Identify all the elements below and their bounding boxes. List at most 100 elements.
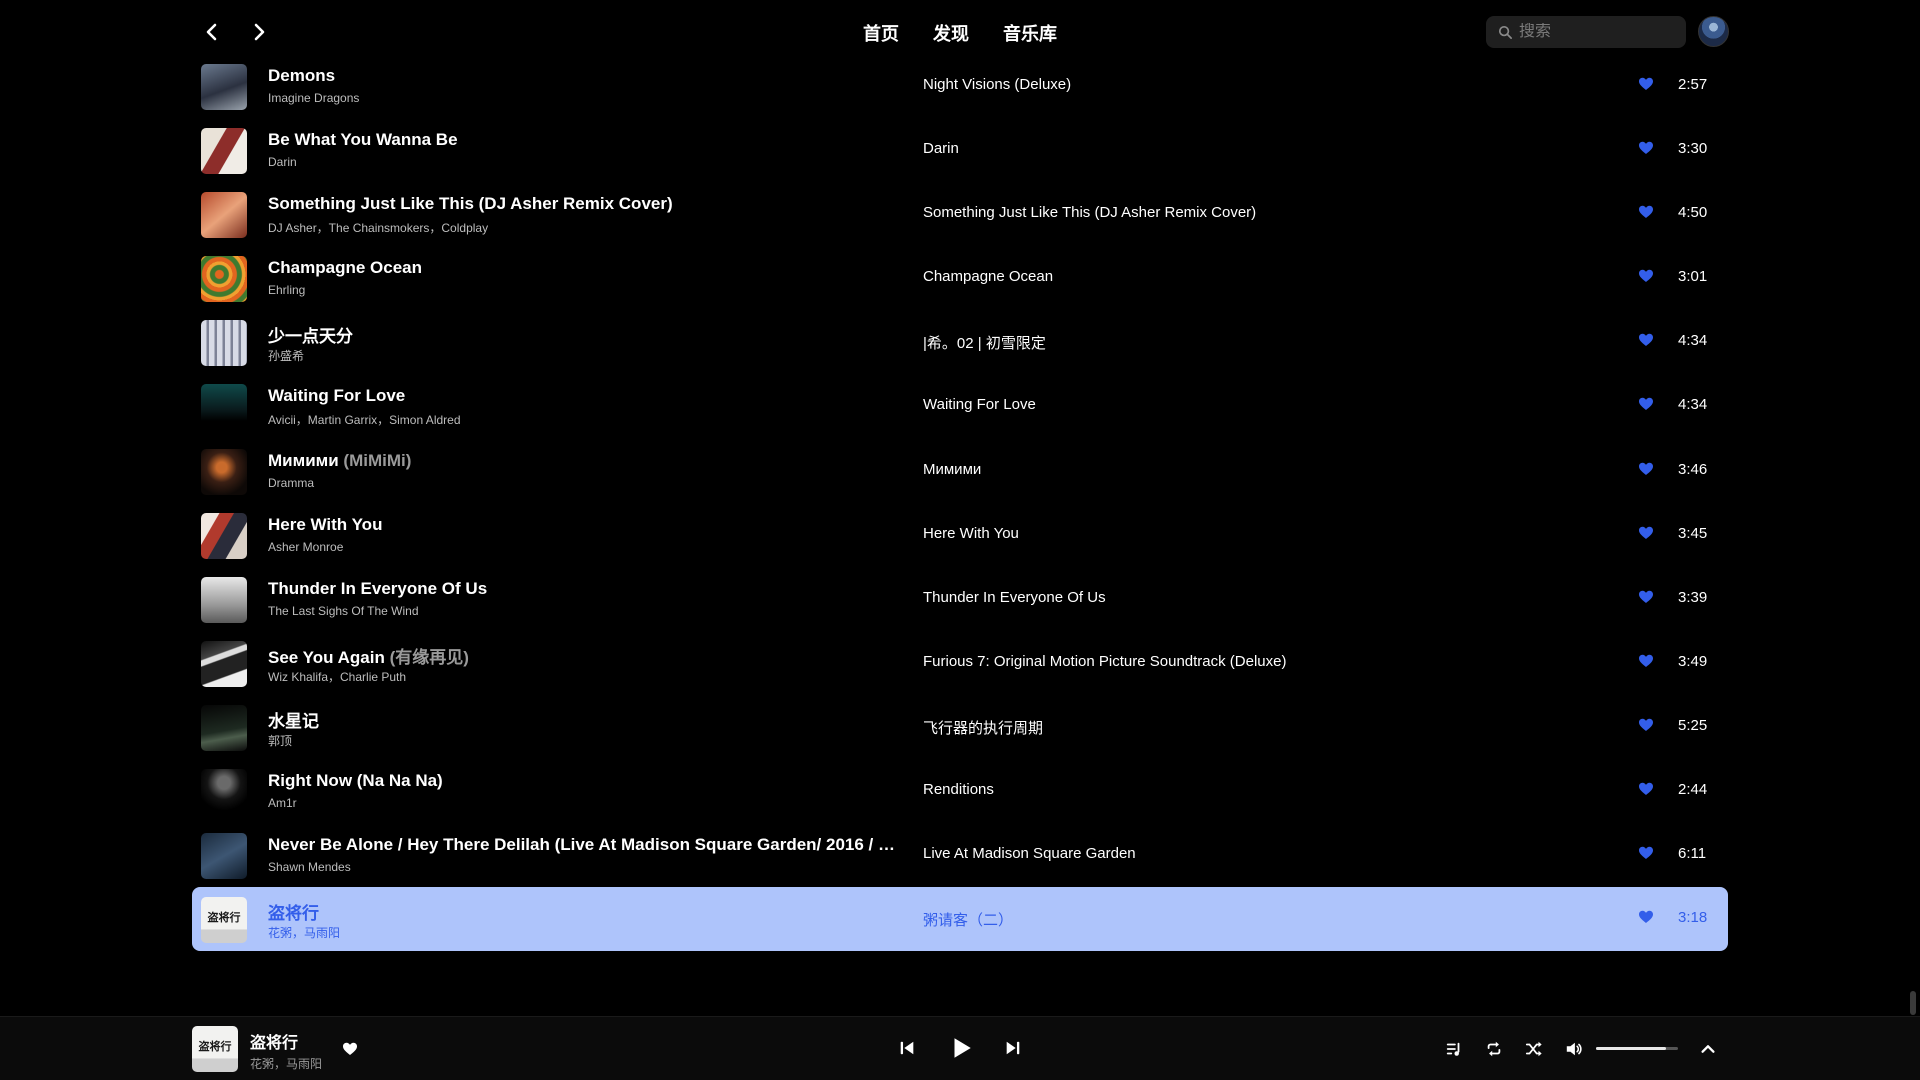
track-album[interactable]: Thunder In Everyone Of Us bbox=[923, 589, 1483, 606]
expand-lyrics-button[interactable] bbox=[1698, 1039, 1718, 1059]
scrollbar[interactable] bbox=[1910, 991, 1916, 1015]
track-duration: 3:49 bbox=[1678, 652, 1708, 670]
track-row[interactable]: Be What You Wanna Be Darin Darin 3:30 bbox=[192, 118, 1728, 182]
track-artists[interactable]: Am1r bbox=[268, 796, 908, 810]
track-artists[interactable]: Asher Monroe bbox=[268, 540, 908, 554]
heart-icon[interactable] bbox=[342, 1041, 358, 1057]
track-row[interactable]: Right Now (Na Na Na) Am1r Renditions 2:4… bbox=[192, 759, 1728, 823]
track-duration: 3:01 bbox=[1678, 268, 1708, 286]
now-playing-title[interactable]: 盗将行 bbox=[250, 1029, 298, 1053]
track-duration: 5:25 bbox=[1678, 716, 1708, 734]
volume-button[interactable] bbox=[1564, 1039, 1584, 1059]
skip-next-icon bbox=[1006, 1041, 1020, 1055]
user-avatar[interactable] bbox=[1698, 16, 1729, 47]
track-row[interactable]: Waiting For Love Avicii，Martin Garrix，Si… bbox=[192, 374, 1728, 438]
track-album[interactable]: 粥请客（二） bbox=[923, 909, 1483, 930]
heart-icon[interactable] bbox=[1638, 525, 1654, 541]
track-artists[interactable]: 花粥，马雨阳 bbox=[268, 924, 908, 941]
track-title-text: Right Now (Na Na Na) bbox=[268, 771, 443, 791]
volume-slider[interactable] bbox=[1596, 1047, 1678, 1050]
heart-icon[interactable] bbox=[1638, 909, 1654, 925]
heart-icon[interactable] bbox=[1638, 717, 1654, 733]
heart-icon[interactable] bbox=[1638, 76, 1654, 92]
tab-explore[interactable]: 发现 bbox=[916, 18, 986, 48]
track-row[interactable]: Something Just Like This (DJ Asher Remix… bbox=[192, 182, 1728, 246]
search-icon bbox=[1498, 25, 1512, 39]
next-button[interactable] bbox=[1002, 1037, 1024, 1059]
track-album[interactable]: Darin bbox=[923, 140, 1483, 157]
tab-home[interactable]: 首页 bbox=[846, 18, 916, 48]
track-artists[interactable]: Ehrling bbox=[268, 283, 908, 297]
track-album[interactable]: Night Visions (Deluxe) bbox=[923, 76, 1483, 93]
track-row[interactable]: 水星记 郭顶 飞行器的执行周期 5:25 bbox=[192, 695, 1728, 759]
now-playing-artists[interactable]: 花粥，马雨阳 bbox=[250, 1055, 322, 1072]
track-duration: 2:44 bbox=[1678, 781, 1708, 799]
track-title: Something Just Like This (DJ Asher Remix… bbox=[268, 194, 908, 214]
track-title: Мимими (MiMiMi) bbox=[268, 451, 908, 471]
previous-button[interactable] bbox=[896, 1037, 918, 1059]
heart-icon[interactable] bbox=[1638, 140, 1654, 156]
track-album[interactable]: Мимими bbox=[923, 461, 1483, 478]
track-artists[interactable]: Darin bbox=[268, 155, 908, 169]
track-row[interactable]: Never Be Alone / Hey There Delilah (Live… bbox=[192, 823, 1728, 887]
track-list: Demons Imagine Dragons Night Visions (De… bbox=[192, 54, 1728, 952]
heart-icon[interactable] bbox=[1638, 845, 1654, 861]
tab-library[interactable]: 音乐库 bbox=[986, 18, 1074, 48]
heart-icon[interactable] bbox=[1638, 396, 1654, 412]
track-row[interactable]: Here With You Asher Monroe Here With You… bbox=[192, 503, 1728, 567]
player-bar: 盗将行 盗将行 花粥，马雨阳 bbox=[0, 1016, 1920, 1080]
track-album[interactable]: Champagne Ocean bbox=[923, 268, 1483, 285]
track-album[interactable]: |希。02 | 初雪限定 bbox=[923, 332, 1483, 353]
album-cover bbox=[201, 64, 247, 110]
track-album[interactable]: Waiting For Love bbox=[923, 396, 1483, 413]
playlist-queue-button[interactable] bbox=[1444, 1039, 1464, 1059]
heart-icon[interactable] bbox=[1638, 781, 1654, 797]
track-artists[interactable]: The Last Sighs Of The Wind bbox=[268, 604, 908, 618]
track-artists[interactable]: 孙盛希 bbox=[268, 347, 908, 364]
track-title: Waiting For Love bbox=[268, 386, 908, 406]
back-button[interactable] bbox=[196, 16, 228, 48]
forward-button[interactable] bbox=[243, 16, 275, 48]
track-album[interactable]: Live At Madison Square Garden bbox=[923, 845, 1483, 862]
track-artists[interactable]: Dramma bbox=[268, 476, 908, 490]
track-duration: 3:39 bbox=[1678, 588, 1708, 606]
track-row[interactable]: Мимими (MiMiMi) Dramma Мимими 3:46 bbox=[192, 439, 1728, 503]
repeat-button[interactable] bbox=[1484, 1039, 1504, 1059]
play-icon bbox=[954, 1038, 971, 1058]
track-duration: 4:50 bbox=[1678, 204, 1708, 222]
heart-icon[interactable] bbox=[1638, 268, 1654, 284]
track-row[interactable]: See You Again (有缘再见) Wiz Khalifa，Charlie… bbox=[192, 631, 1728, 695]
track-album[interactable]: Here With You bbox=[923, 525, 1483, 542]
track-title: See You Again (有缘再见) bbox=[268, 643, 908, 668]
album-cover bbox=[201, 576, 247, 623]
track-artists[interactable]: Imagine Dragons bbox=[268, 91, 908, 105]
album-cover bbox=[201, 448, 247, 495]
track-title: Never Be Alone / Hey There Delilah (Live… bbox=[268, 835, 908, 855]
heart-icon[interactable] bbox=[1638, 332, 1654, 348]
now-playing-cover[interactable]: 盗将行 bbox=[192, 1026, 238, 1072]
track-row[interactable]: 少一点天分 孙盛希 |希。02 | 初雪限定 4:34 bbox=[192, 310, 1728, 374]
track-title-text: Be What You Wanna Be bbox=[268, 130, 458, 150]
search-box[interactable] bbox=[1486, 16, 1686, 48]
shuffle-button[interactable] bbox=[1524, 1039, 1544, 1059]
heart-icon[interactable] bbox=[1638, 461, 1654, 477]
track-row-playing[interactable]: 盗将行 盗将行 花粥，马雨阳 粥请客（二） 3:18 bbox=[192, 887, 1728, 952]
track-album[interactable]: 飞行器的执行周期 bbox=[923, 717, 1483, 738]
heart-icon[interactable] bbox=[1638, 653, 1654, 669]
track-row[interactable]: Thunder In Everyone Of Us The Last Sighs… bbox=[192, 567, 1728, 631]
track-album[interactable]: Renditions bbox=[923, 781, 1483, 798]
track-album[interactable]: Something Just Like This (DJ Asher Remix… bbox=[923, 204, 1483, 221]
track-row[interactable]: Demons Imagine Dragons Night Visions (De… bbox=[192, 54, 1728, 118]
repeat-icon bbox=[1487, 1041, 1501, 1057]
track-artists[interactable]: Wiz Khalifa，Charlie Puth bbox=[268, 668, 908, 685]
track-artists[interactable]: Shawn Mendes bbox=[268, 860, 908, 874]
heart-icon[interactable] bbox=[1638, 204, 1654, 220]
search-input[interactable] bbox=[1519, 23, 1679, 41]
track-artists[interactable]: Avicii，Martin Garrix，Simon Aldred bbox=[268, 411, 908, 428]
track-album[interactable]: Furious 7: Original Motion Picture Sound… bbox=[923, 653, 1483, 670]
play-button[interactable] bbox=[944, 1031, 978, 1065]
track-artists[interactable]: 郭顶 bbox=[268, 732, 908, 749]
track-row[interactable]: Champagne Ocean Ehrling Champagne Ocean … bbox=[192, 246, 1728, 310]
track-artists[interactable]: DJ Asher，The Chainsmokers，Coldplay bbox=[268, 219, 908, 236]
heart-icon[interactable] bbox=[1638, 589, 1654, 605]
